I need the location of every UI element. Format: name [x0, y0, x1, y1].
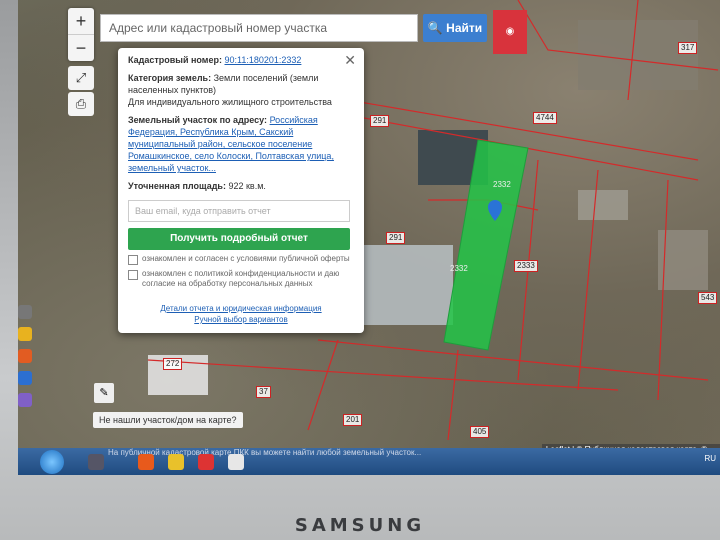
monitor-brand-logo: SAMSUNG — [294, 515, 426, 536]
boundary-line — [307, 339, 339, 431]
app-icon[interactable] — [18, 371, 32, 385]
usage-value: Для индивидуального жилищного строительс… — [128, 97, 332, 107]
find-button-label: Найти — [446, 21, 483, 35]
selected-parcel — [443, 139, 529, 351]
privacy-checkbox-row[interactable]: ознакомлен с политикой конфиденциальност… — [128, 269, 354, 289]
screen: 317 4744 291 2332 291 2332 2333 543 272 … — [18, 0, 720, 475]
zoom-control: + − — [68, 8, 94, 61]
find-button[interactable]: 🔍 Найти — [423, 14, 487, 42]
address-label: Земельный участок по адресу: — [128, 115, 268, 125]
parcel-label: 405 — [470, 426, 490, 438]
firefox-icon[interactable] — [138, 454, 154, 470]
parcel-label: 37 — [256, 386, 271, 398]
print-button[interactable]: ⎙ — [68, 92, 94, 116]
taskbar: На публичной кадастровой карте ПКК вы мо… — [18, 448, 720, 475]
parcel-info-popup: ✕ Кадастровый номер: 90:11:180201:2332 К… — [118, 48, 364, 333]
explorer-icon[interactable] — [88, 454, 104, 470]
yandex-icon[interactable] — [198, 454, 214, 470]
offer-checkbox-row[interactable]: ознакомлен и согласен с условиями публич… — [128, 254, 354, 265]
pencil-icon: ✎ — [99, 387, 109, 399]
boundary-line — [447, 349, 459, 441]
manual-select-link[interactable]: Ручной выбор вариантов — [128, 314, 354, 325]
parcel-label: 2332 — [493, 180, 511, 189]
area-row: Уточненная площадь: 922 кв.м. — [128, 180, 354, 192]
parcel-label: 272 — [163, 358, 183, 370]
privacy-checkbox[interactable] — [128, 270, 138, 280]
privacy-checkbox-label: ознакомлен с политикой конфиденциальност… — [142, 269, 340, 288]
app-icon[interactable] — [18, 327, 32, 341]
email-input[interactable]: Ваш email, куда отправить отчет — [128, 200, 350, 222]
boundary-line — [657, 179, 669, 401]
popup-links: Детали отчета и юридическая информация Р… — [128, 303, 354, 325]
share-icon: ◉ — [505, 26, 515, 37]
search-icon: 🔍 — [427, 21, 443, 35]
address-row: Земельный участок по адресу: Российская … — [128, 114, 354, 174]
parcel-label: 2332 — [450, 264, 468, 273]
offer-checkbox-label: ознакомлен и согласен с условиями публич… — [142, 254, 350, 263]
search-input[interactable]: Адрес или кадастровый номер участка — [100, 14, 418, 42]
boundary-line — [517, 0, 719, 71]
windows-start-icon[interactable] — [40, 450, 64, 474]
parcel-label: 317 — [678, 42, 698, 54]
category-label: Категория земель: — [128, 73, 212, 83]
offer-checkbox[interactable] — [128, 255, 138, 265]
boundary-line — [577, 169, 599, 391]
boundary-line — [147, 359, 619, 391]
zoom-out-button[interactable]: − — [68, 34, 94, 61]
parcel-label: 4744 — [533, 112, 557, 124]
get-report-button[interactable]: Получить подробный отчет — [128, 228, 350, 250]
chrome-icon[interactable] — [168, 454, 184, 470]
cadastral-label: Кадастровый номер: — [128, 55, 222, 65]
close-icon[interactable]: ✕ — [344, 52, 356, 69]
parcel-label: 543 — [698, 292, 718, 304]
fullscreen-button[interactable]: ⤢ — [68, 66, 94, 90]
area-label: Уточненная площадь: — [128, 181, 226, 191]
cadastral-row: Кадастровый номер: 90:11:180201:2332 — [128, 54, 354, 66]
report-details-link[interactable]: Детали отчета и юридическая информация — [128, 303, 354, 314]
parcel-label: 291 — [386, 232, 406, 244]
app-icon[interactable] — [228, 454, 244, 470]
parcel-label: 201 — [343, 414, 363, 426]
not-found-button[interactable]: Не нашли участок/дом на карте? — [93, 412, 243, 428]
parcel-label: 2333 — [514, 260, 538, 272]
printer-icon: ⎙ — [75, 96, 87, 111]
parcel-label: 291 — [370, 115, 390, 127]
share-button[interactable]: ◉ — [493, 10, 527, 54]
plus-icon[interactable] — [18, 305, 32, 319]
expand-icon: ⤢ — [75, 70, 87, 85]
app-icon[interactable] — [18, 393, 32, 407]
side-panel — [18, 305, 32, 415]
area-value: 922 кв.м. — [228, 181, 266, 191]
app-icon[interactable] — [18, 349, 32, 363]
draw-tool-button[interactable]: ✎ — [94, 383, 114, 403]
zoom-in-button[interactable]: + — [68, 8, 94, 34]
boundary-line — [627, 0, 639, 101]
category-row: Категория земель: Земли поселений (земли… — [128, 72, 354, 108]
taskbar-hint-text: На публичной кадастровой карте ПКК вы мо… — [108, 448, 422, 457]
tray-language[interactable]: RU — [704, 454, 716, 463]
cadastral-number-link[interactable]: 90:11:180201:2332 — [224, 55, 301, 65]
